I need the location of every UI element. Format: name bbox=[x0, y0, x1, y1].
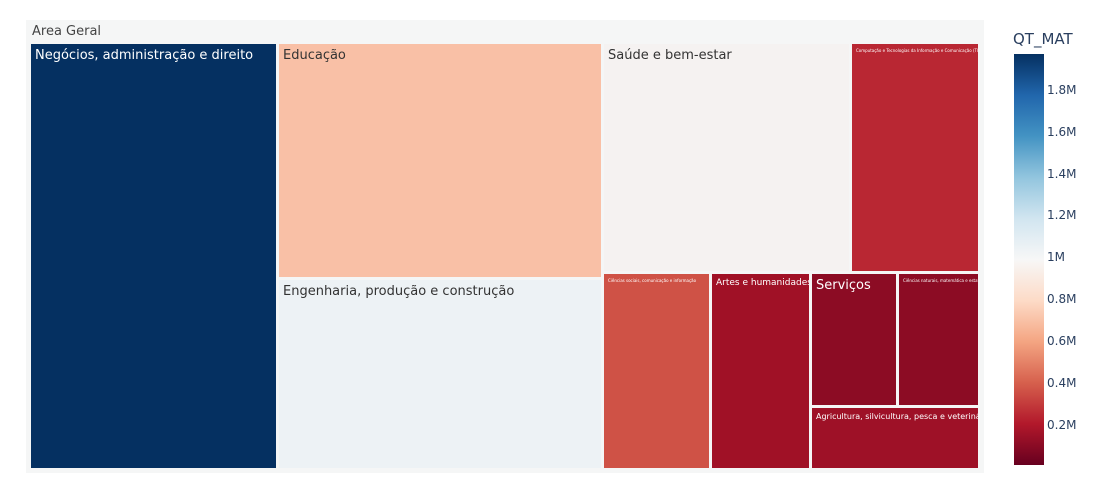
treemap-tile[interactable]: Ciências naturais, matemática e estatíst… bbox=[899, 274, 978, 405]
colorbar-tick: 0.2M bbox=[1047, 418, 1077, 433]
colorbar-tick: 0.6M bbox=[1047, 334, 1077, 349]
tile-label: Ciências naturais, matemática e estatíst… bbox=[903, 278, 978, 283]
root-label: Area Geral bbox=[32, 24, 102, 39]
treemap-tile[interactable]: Saúde e bem-estar bbox=[604, 44, 849, 271]
tile-label: Engenharia, produção e construção bbox=[283, 284, 515, 299]
tile-label: Computação e Tecnologias da Informação e… bbox=[856, 48, 978, 53]
colorbar-tick: 1.2M bbox=[1047, 208, 1077, 223]
colorbar-tick: 1.6M bbox=[1047, 124, 1077, 139]
colorbar-tick: 0.4M bbox=[1047, 376, 1077, 391]
treemap-tile[interactable]: Artes e humanidades bbox=[712, 274, 809, 468]
treemap-tile[interactable]: Agricultura, silvicultura, pesca e veter… bbox=[812, 408, 978, 468]
tile-label: Artes e humanidades bbox=[716, 278, 809, 288]
colorbar-tick: 1.8M bbox=[1047, 82, 1077, 97]
treemap-tile[interactable]: Engenharia, produção e construção bbox=[279, 280, 601, 468]
tile-label: Ciências sociais, comunicação e informaç… bbox=[608, 278, 697, 283]
treemap-root[interactable]: Area Geral Negócios, administração e dir… bbox=[26, 20, 984, 473]
colorbar bbox=[1014, 54, 1044, 465]
treemap-tile[interactable]: Negócios, administração e direito bbox=[31, 44, 276, 468]
colorbar-tick: 0.8M bbox=[1047, 292, 1077, 307]
treemap-tile[interactable]: Ciências sociais, comunicação e informaç… bbox=[604, 274, 709, 468]
colorbar-title: QT_MAT bbox=[1013, 30, 1073, 48]
treemap-tile[interactable]: Computação e Tecnologias da Informação e… bbox=[852, 44, 978, 271]
tile-label: Saúde e bem-estar bbox=[608, 48, 732, 63]
treemap-tile[interactable]: Educação bbox=[279, 44, 601, 277]
colorbar-tick: 1.4M bbox=[1047, 166, 1077, 181]
treemap-chart: Area Geral Negócios, administração e dir… bbox=[0, 0, 1101, 500]
tile-label: Serviços bbox=[816, 278, 871, 293]
colorbar-tick: 1M bbox=[1047, 250, 1065, 265]
treemap-tile[interactable]: Serviços bbox=[812, 274, 896, 405]
tile-label: Educação bbox=[283, 48, 346, 63]
tile-label: Negócios, administração e direito bbox=[35, 48, 254, 63]
tile-label: Agricultura, silvicultura, pesca e veter… bbox=[816, 412, 978, 421]
